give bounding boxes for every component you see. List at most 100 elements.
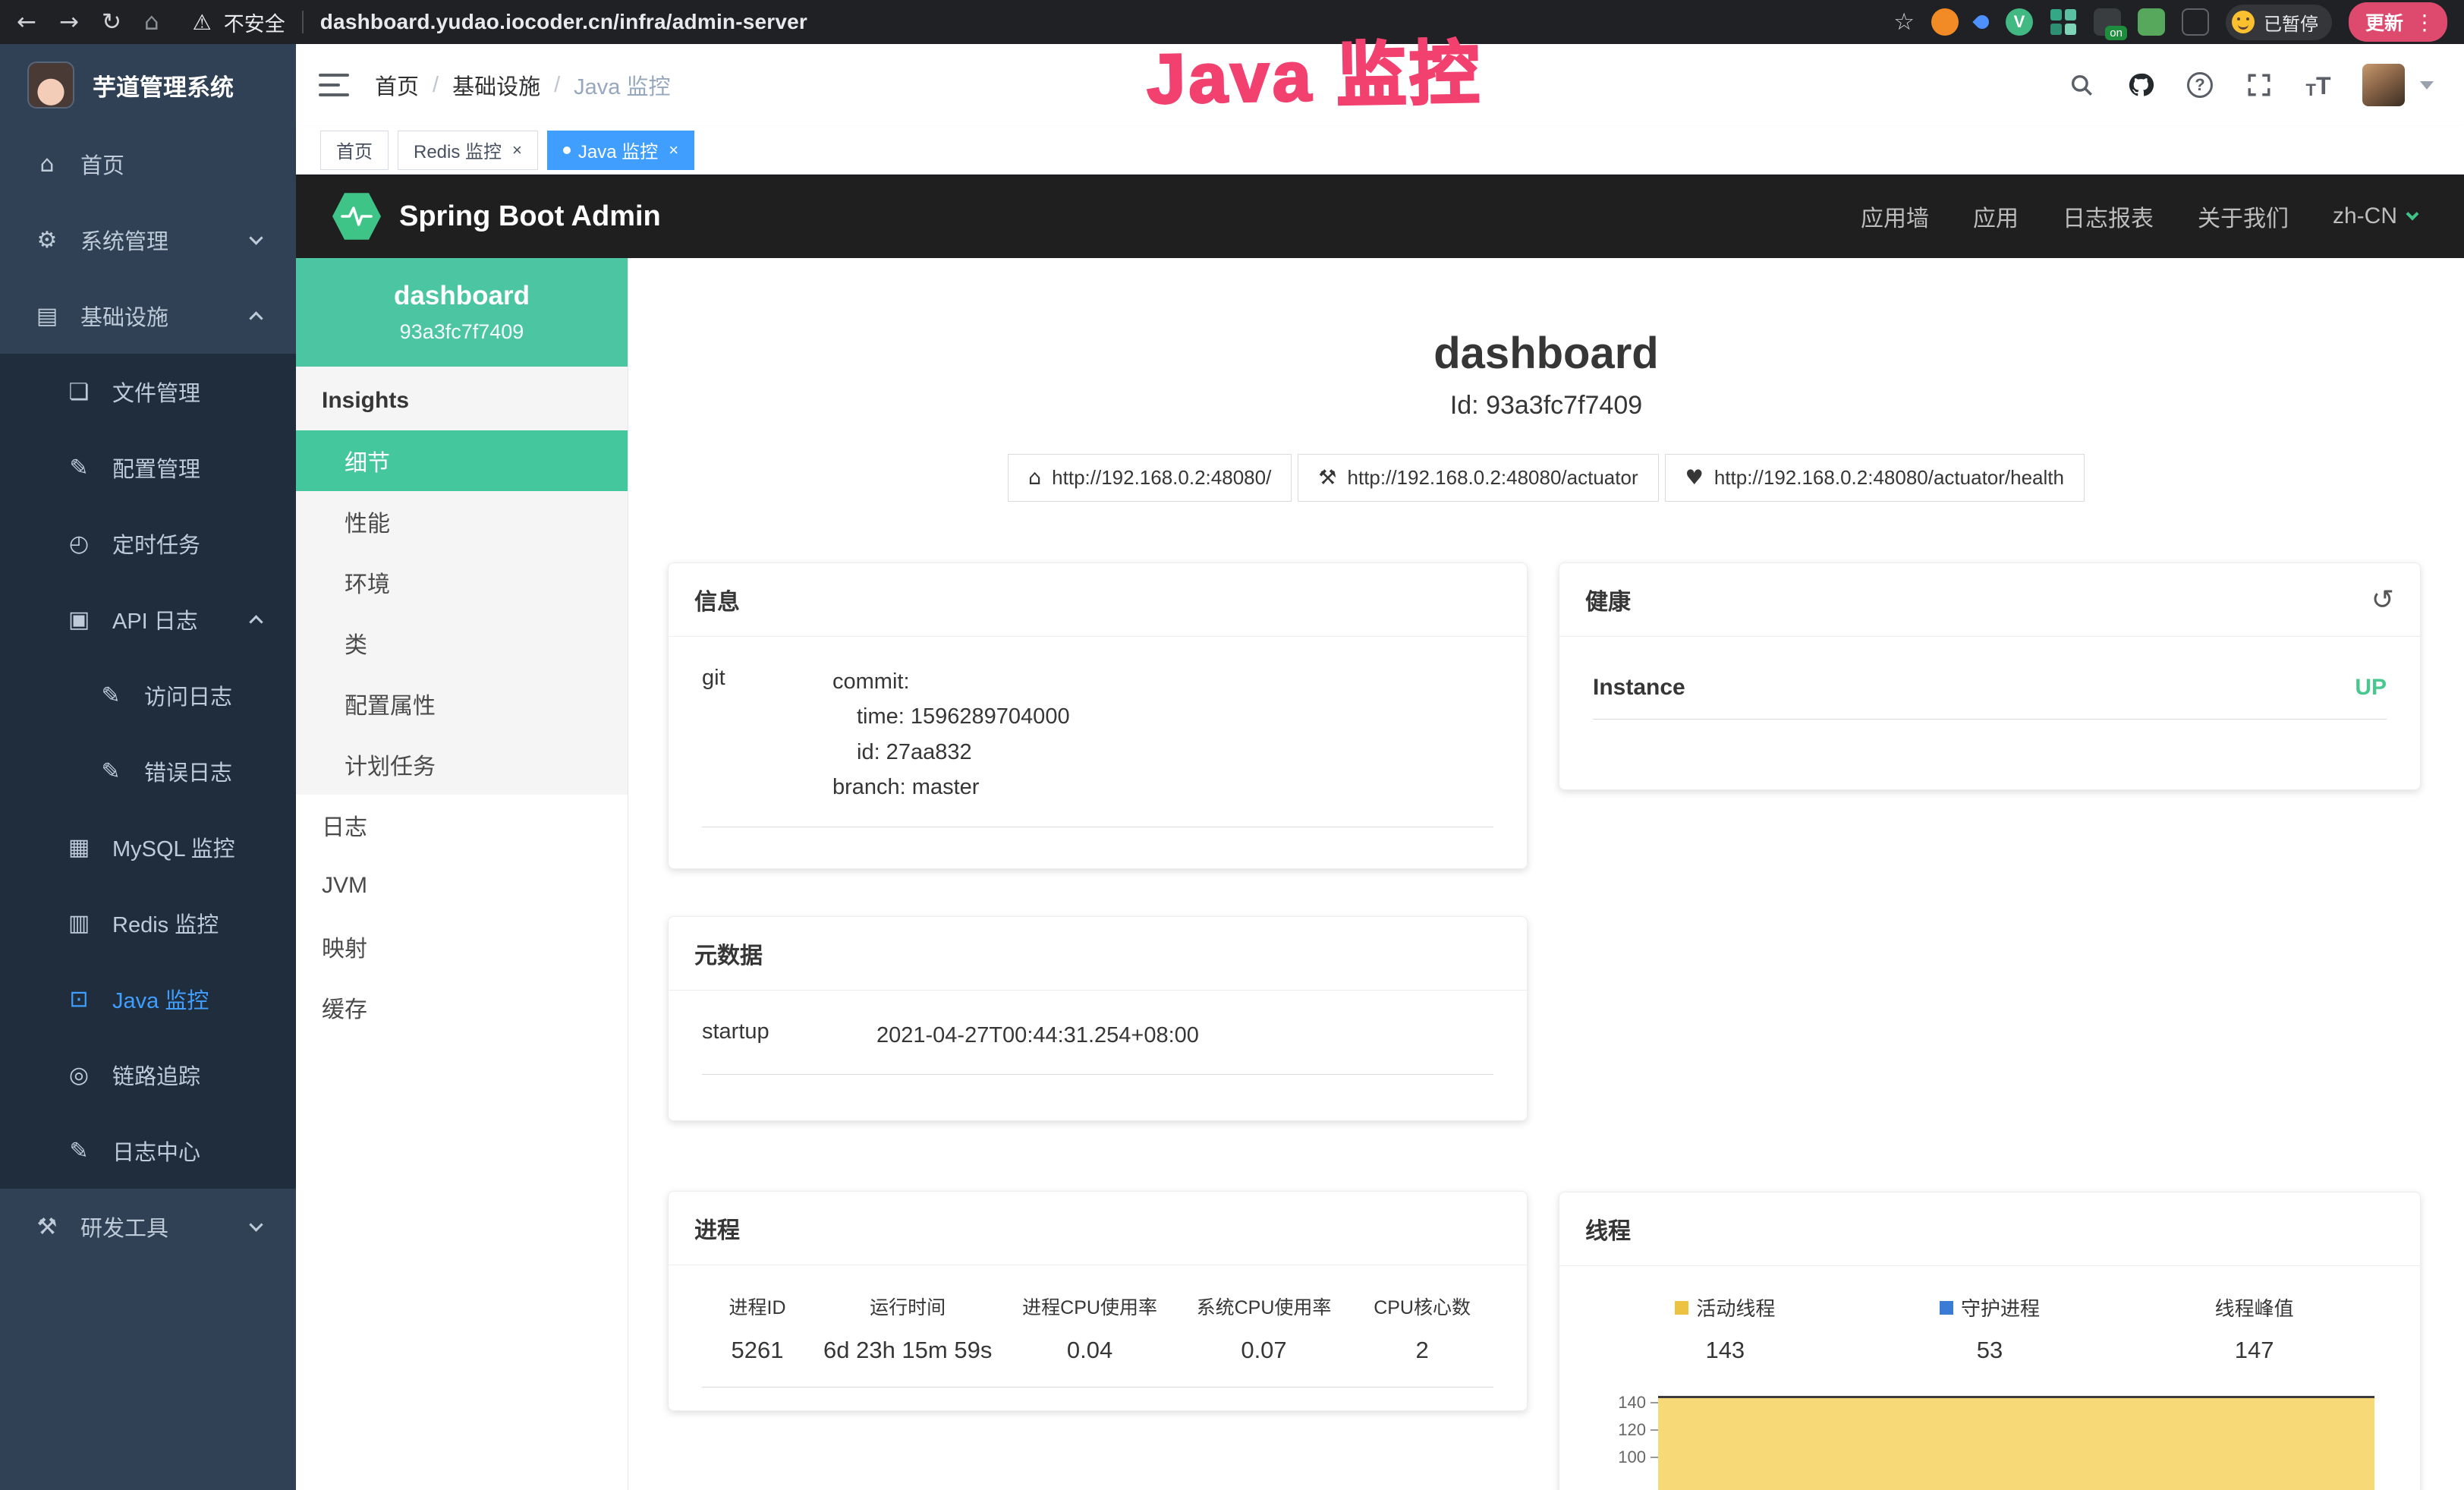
- live-threads-value: 143: [1593, 1337, 1858, 1364]
- instance-link-root[interactable]: ⌂ http://192.168.0.2:48080/: [1008, 454, 1292, 502]
- sidebar-item-system-mgmt[interactable]: ⚙ 系统管理: [0, 202, 296, 278]
- sidebar-item-file-mgmt[interactable]: ❏ 文件管理: [0, 354, 296, 430]
- help-icon[interactable]: ?: [2185, 70, 2215, 100]
- java-monitor-icon: ⊡: [65, 986, 93, 1013]
- sidebar-item-label: 系统管理: [80, 224, 168, 256]
- extension-icon-orange[interactable]: [1931, 8, 1959, 36]
- github-icon[interactable]: [2126, 70, 2156, 100]
- font-size-icon[interactable]: TT: [2303, 70, 2333, 100]
- sidebar-item-mysql-monitor[interactable]: ▦ MySQL 监控: [0, 809, 296, 885]
- health-card-title: 健康: [1585, 583, 1631, 616]
- breadcrumb-infrastructure[interactable]: 基础设施: [452, 69, 540, 101]
- breadcrumb-home[interactable]: 首页: [375, 69, 419, 101]
- extension-icon-dark[interactable]: [2182, 8, 2209, 36]
- subnav-item-jvm[interactable]: JVM: [296, 855, 628, 916]
- app-logo-row[interactable]: 芋道管理系统: [0, 44, 296, 126]
- address-url[interactable]: dashboard.yudao.iocoder.cn/infra/admin-s…: [320, 10, 807, 34]
- sba-nav-wallboard[interactable]: 应用墙: [1861, 200, 1929, 233]
- sidebar-item-api-logs[interactable]: ▣ API 日志: [0, 581, 296, 657]
- instance-link-health[interactable]: ♥ http://192.168.0.2:48080/actuator/heal…: [1665, 454, 2085, 502]
- sidebar-item-infrastructure[interactable]: ▤ 基础设施: [0, 278, 296, 354]
- sidebar-item-java-monitor[interactable]: ⊡ Java 监控: [0, 961, 296, 1037]
- sba-nav-applications[interactable]: 应用: [1973, 200, 2019, 233]
- search-icon[interactable]: [2066, 70, 2097, 100]
- security-warning-icon[interactable]: ⚠: [193, 10, 212, 35]
- app-header: 首页 / 基础设施 / Java 监控 ? TT: [296, 44, 2464, 126]
- health-instance-label: Instance: [1593, 675, 1685, 701]
- avatar[interactable]: [2362, 64, 2405, 106]
- instance-link-actuator[interactable]: ⚒ http://192.168.0.2:48080/actuator: [1298, 454, 1658, 502]
- close-icon[interactable]: ×: [669, 140, 678, 160]
- subnav-item-logs[interactable]: 日志: [296, 795, 628, 855]
- subnav-item-caches[interactable]: 缓存: [296, 977, 628, 1038]
- sidebar-item-access-logs[interactable]: ✎ 访问日志: [0, 657, 296, 733]
- font-size-small-glyph: T: [2306, 80, 2316, 100]
- sidebar-item-error-logs[interactable]: ✎ 错误日志: [0, 733, 296, 809]
- process-uptime-value: 6d 23h 15m 59s: [813, 1337, 1002, 1364]
- hamburger-icon[interactable]: [319, 74, 349, 96]
- tools-icon: ⚒: [33, 1214, 61, 1240]
- metadata-card-title: 元数据: [694, 937, 763, 970]
- sidebar-item-trace[interactable]: ◎ 链路追踪: [0, 1037, 296, 1113]
- subnav-item-mappings[interactable]: 映射: [296, 916, 628, 977]
- tab-java-monitor[interactable]: Java 监控 ×: [547, 131, 694, 170]
- subnav-item-config-props[interactable]: 配置属性: [296, 673, 628, 734]
- browser-menu-icon[interactable]: ⋮: [2414, 10, 2435, 35]
- tab-home[interactable]: 首页: [320, 131, 389, 170]
- tab-redis-monitor[interactable]: Redis 监控 ×: [398, 131, 538, 170]
- sidebar-item-redis-monitor[interactable]: ▥ Redis 监控: [0, 885, 296, 961]
- sidebar-item-label: Java 监控: [112, 983, 209, 1015]
- git-value: commit: time: 1596289704000 id: 27aa832 …: [832, 664, 1070, 805]
- sba-nav-about[interactable]: 关于我们: [2198, 200, 2289, 233]
- back-icon[interactable]: ←: [17, 8, 36, 36]
- subnav-item-scheduled-tasks[interactable]: 计划任务: [296, 734, 628, 795]
- sidebar-item-label: 基础设施: [80, 300, 168, 332]
- sidebar-item-config-mgmt[interactable]: ✎ 配置管理: [0, 430, 296, 506]
- forward-icon[interactable]: →: [59, 8, 79, 36]
- process-card: 进程 进程ID 运行时间 进程CPU使用率 系统CPU使用率 CP: [668, 1191, 1528, 1411]
- fullscreen-icon[interactable]: [2244, 70, 2274, 100]
- browser-update-button[interactable]: 更新 ⋮: [2349, 2, 2447, 42]
- close-icon[interactable]: ×: [512, 140, 522, 160]
- subnav-item-classes[interactable]: 类: [296, 613, 628, 673]
- legend-peak-threads: 线程峰值: [2122, 1293, 2387, 1321]
- sidebar-item-dev-tools[interactable]: ⚒ 研发工具: [0, 1189, 296, 1265]
- sba-locale-select[interactable]: zh-CN: [2333, 203, 2417, 229]
- extension-icon-switcher[interactable]: on: [2094, 8, 2121, 36]
- extension-icon-drop[interactable]: [1972, 12, 1991, 31]
- browser-home-icon[interactable]: ⌂: [144, 8, 159, 36]
- extension-icon-grid[interactable]: [2050, 8, 2077, 36]
- sba-nav-journal[interactable]: 日志报表: [2063, 200, 2154, 233]
- history-icon[interactable]: ↺: [2371, 584, 2394, 616]
- address-bar[interactable]: ⚠ 不安全 dashboard.yudao.iocoder.cn/infra/a…: [193, 8, 1894, 37]
- caret-down-icon[interactable]: [2420, 81, 2434, 90]
- tampermonkey-paused-badge[interactable]: 已暂停: [2226, 5, 2332, 40]
- breadcrumb: 首页 / 基础设施 / Java 监控: [375, 69, 670, 101]
- sba-header: Spring Boot Admin 应用墙 应用 日志报表 关于我们 zh-CN: [296, 175, 2464, 258]
- sidebar-item-scheduled-tasks[interactable]: ◴ 定时任务: [0, 506, 296, 581]
- gear-icon: ⚙: [33, 227, 61, 254]
- subnav-item-performance[interactable]: 性能: [296, 491, 628, 552]
- sidebar-item-home[interactable]: ⌂ 首页: [0, 126, 296, 202]
- subnav-item-environment[interactable]: 环境: [296, 552, 628, 613]
- startup-row: startup 2021-04-27T00:44:31.254+08:00: [702, 1018, 1493, 1075]
- redis-icon: ▥: [65, 910, 93, 937]
- sba-brand[interactable]: Spring Boot Admin: [399, 200, 661, 233]
- sba-logo-icon[interactable]: [332, 192, 381, 241]
- subnav-instance-header[interactable]: dashboard 93a3fc7f7409: [296, 258, 628, 367]
- git-key: git: [702, 664, 832, 805]
- subnav-item-details[interactable]: 细节: [296, 430, 628, 491]
- reload-icon[interactable]: ↻: [102, 8, 121, 36]
- link-url: http://192.168.0.2:48080/actuator: [1348, 466, 1638, 490]
- bookmark-star-icon[interactable]: ☆: [1893, 8, 1915, 36]
- legend-live-threads: 活动线程: [1593, 1293, 1858, 1321]
- health-instance-row[interactable]: Instance UP: [1593, 664, 2387, 720]
- extension-icon-vue-devtools[interactable]: V: [2006, 8, 2033, 36]
- sidebar-item-log-center[interactable]: ✎ 日志中心: [0, 1113, 296, 1189]
- process-cpu-value: 0.04: [1002, 1337, 1176, 1364]
- edit-icon: ✎: [97, 682, 124, 709]
- extension-icon-green[interactable]: [2138, 8, 2165, 36]
- threads-legend-values: 143 53 147: [1593, 1337, 2387, 1364]
- info-card: 信息 git commit: time: 1596289704000 id: 2…: [668, 562, 1528, 869]
- tab-label: 首页: [336, 137, 373, 163]
